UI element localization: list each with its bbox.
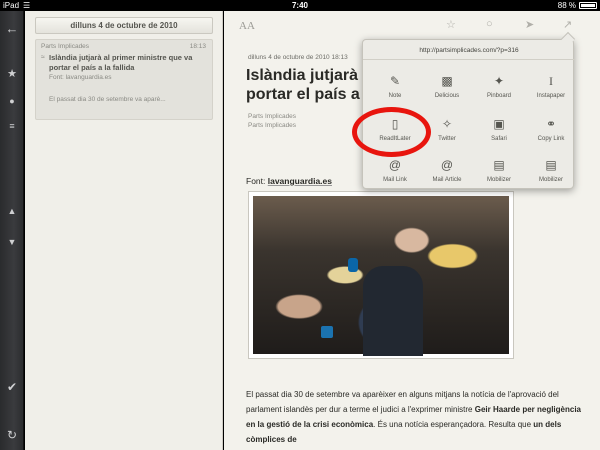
article-source: Font: lavanguardia.es: [246, 176, 332, 186]
item-excerpt: El passat dia 30 de setembre va aparè...: [49, 96, 166, 103]
list-item[interactable]: Parts Implicades 18:13 ≈ Islàndia jutjar…: [35, 39, 213, 120]
photo-figure: [363, 266, 423, 356]
safari-icon: ▣: [493, 117, 505, 131]
share-mail-article-button[interactable]: @ Mail Article: [421, 156, 473, 183]
send-icon[interactable]: ➤: [525, 18, 534, 31]
mail-link-icon: @: [388, 158, 402, 172]
article-toolbar: AA ☆ ○ ➤ ↗: [224, 11, 600, 41]
battery-percent: 88 %: [557, 1, 576, 10]
share-label: Pinboard: [486, 93, 512, 99]
share-label: Delicious: [434, 93, 460, 99]
share-mobilizer-button[interactable]: ▤ Mobilizer: [473, 156, 525, 183]
copy-link-icon: ⚭: [545, 117, 557, 131]
instapaper-icon: I: [549, 74, 553, 88]
star-icon[interactable]: ★: [0, 67, 24, 81]
item-title: Islàndia jutjarà al primer ministre que …: [49, 53, 193, 72]
unread-circle-icon[interactable]: ○: [486, 18, 493, 30]
share-safari-button[interactable]: ▣ Safari: [473, 115, 525, 142]
body-text: . És una notícia esperançadora. Resulta …: [373, 420, 534, 429]
share-label: Safari: [491, 136, 507, 142]
rss-icon: ≈: [41, 54, 45, 61]
share-label: Mobilizer: [538, 177, 563, 183]
share-mail-link-button[interactable]: @ Mail Link: [369, 156, 421, 183]
item-time: 18:13: [189, 43, 206, 50]
left-toolbar: ← ★ ● ≡ ▲ ▼ ✔ ↻: [0, 11, 24, 450]
share-label: Mobilizer: [486, 177, 511, 183]
share-copy-link-button[interactable]: ⚭ Copy Link: [525, 115, 577, 142]
photo-microphone: [348, 258, 358, 272]
unread-dot-icon[interactable]: ●: [0, 94, 24, 108]
item-feed-name: Parts Implicades: [41, 43, 90, 50]
share-label: Mail Link: [383, 177, 407, 183]
article-photo[interactable]: [248, 191, 514, 359]
font-size-button[interactable]: AA: [239, 20, 255, 32]
delicious-icon: ▩: [441, 74, 453, 88]
photo-microphone: [321, 326, 333, 338]
down-arrow-icon[interactable]: ▼: [0, 235, 24, 249]
share-label: Note: [388, 93, 402, 99]
article-list-panel: dilluns 4 de octubre de 2010 Parts Impli…: [25, 11, 223, 450]
article-body: El passat dia 30 de setembre va aparèixe…: [246, 387, 592, 447]
share-url: http://partsimplicades.com/?p=316: [419, 47, 519, 54]
share-pinboard-button[interactable]: ✦ Pinboard: [473, 72, 525, 99]
mobilizer-icon: ▤: [493, 158, 505, 172]
share-label: Copy Link: [537, 136, 565, 142]
share-icon[interactable]: ↗: [563, 18, 572, 31]
mark-all-read-icon[interactable]: ✔: [0, 380, 24, 394]
pinboard-icon: ✦: [493, 74, 505, 88]
battery-icon: [579, 2, 597, 9]
back-icon[interactable]: ←: [0, 22, 24, 36]
note-icon: ✎: [389, 74, 401, 88]
divider: [363, 59, 575, 60]
item-source: Font: lavanguardia.es: [49, 74, 112, 81]
source-link[interactable]: lavanguardia.es: [268, 176, 332, 186]
share-label: Mail Article: [432, 177, 462, 183]
source-prefix: Font:: [246, 176, 268, 186]
up-arrow-icon[interactable]: ▲: [0, 204, 24, 218]
share-delicious-button[interactable]: ▩ Delicious: [421, 72, 473, 99]
date-header: dilluns 4 de octubre de 2010: [35, 17, 213, 34]
article-author: Parts Implicades: [248, 113, 297, 120]
clock: 7:40: [291, 1, 308, 10]
status-bar: iPad ☰ 7:40 88 %: [0, 0, 600, 11]
share-instapaper-button[interactable]: I Instapaper: [525, 72, 577, 99]
photo-image: [253, 196, 509, 356]
list-icon[interactable]: ≡: [0, 119, 24, 133]
article-meta: Parts Implicades Parts Implicades: [248, 112, 296, 130]
highlight-ring: [352, 107, 431, 157]
share-label: Instapaper: [536, 93, 566, 99]
mail-article-icon: @: [440, 158, 454, 172]
mobilizer-icon: ▤: [545, 158, 557, 172]
share-mobilizer-button[interactable]: ▤ Mobilizer: [525, 156, 577, 183]
article-feed: Parts Implicades: [248, 122, 297, 129]
refresh-icon[interactable]: ↻: [0, 428, 24, 442]
article-date: dilluns 4 de octubre de 2010 18:13: [248, 54, 348, 61]
star-icon[interactable]: ☆: [446, 18, 456, 31]
share-note-button[interactable]: ✎ Note: [369, 72, 421, 99]
